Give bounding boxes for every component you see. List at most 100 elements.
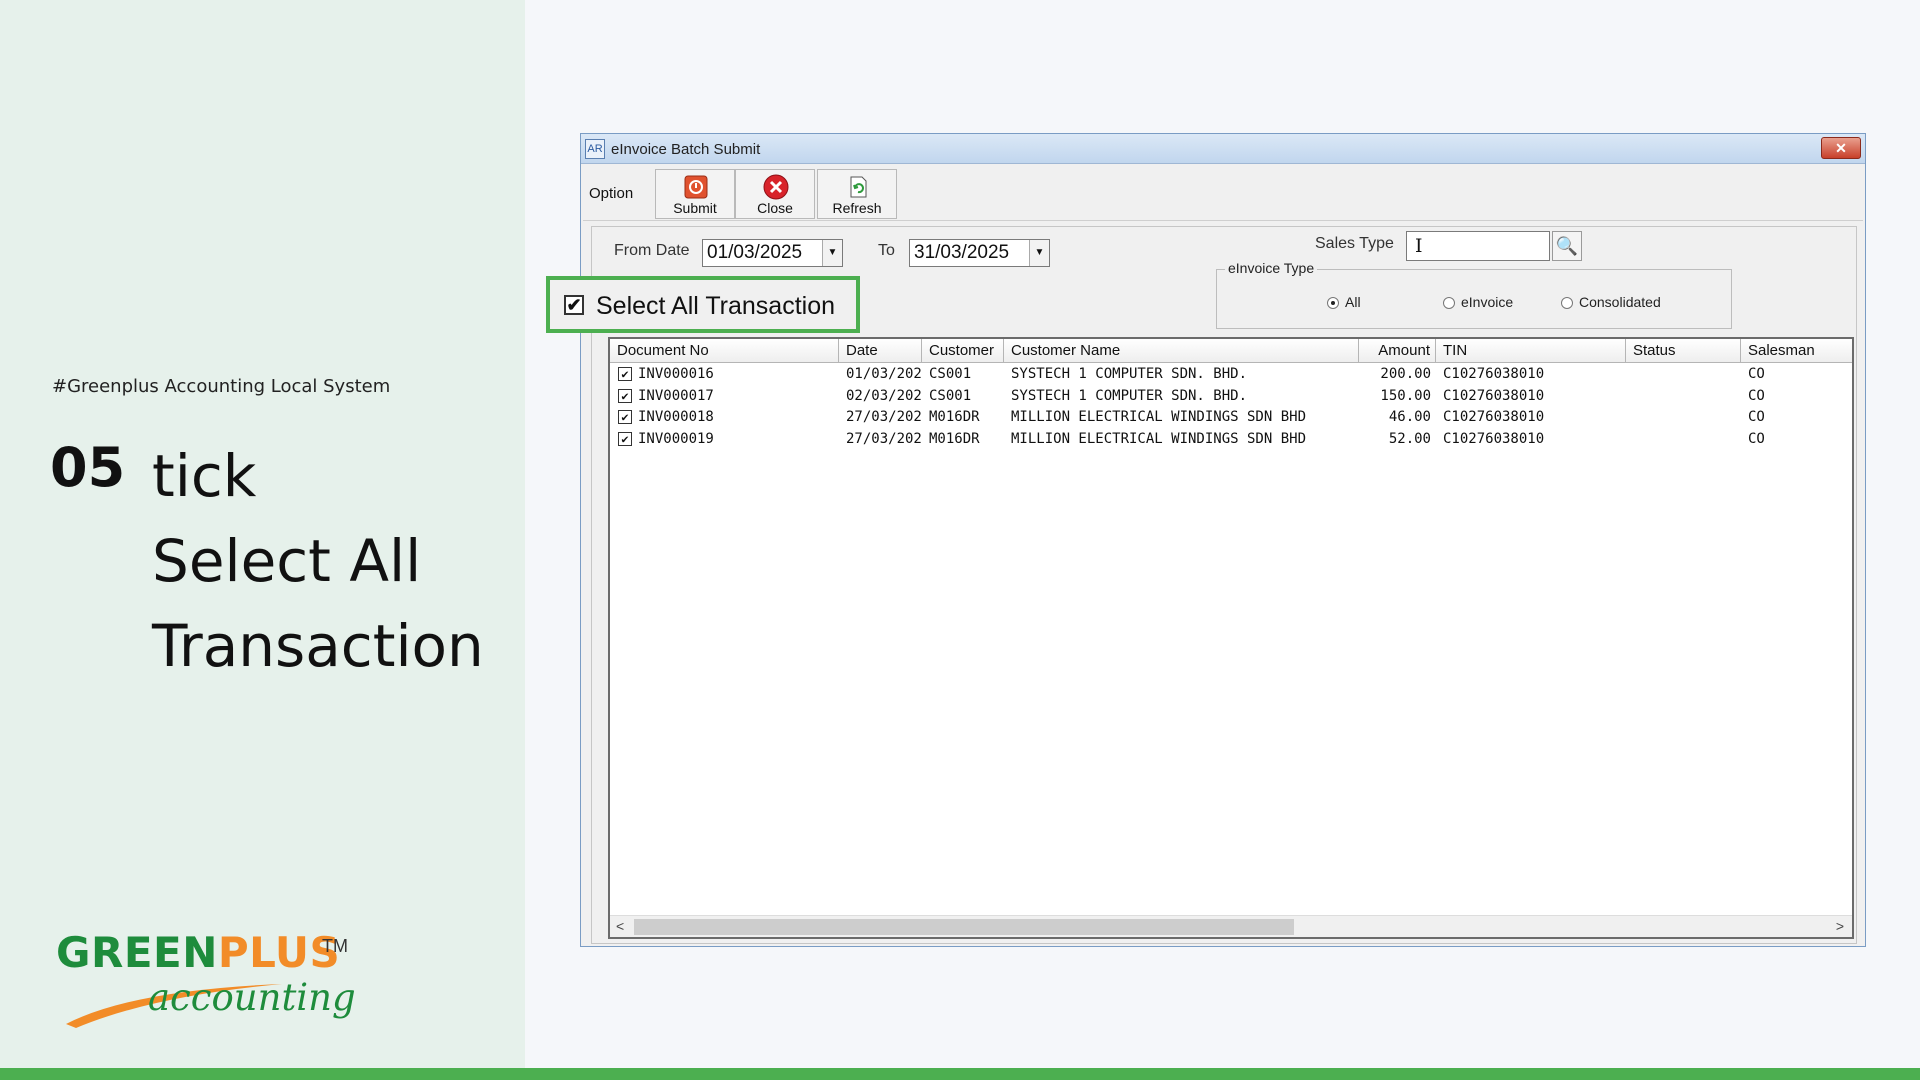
- radio-label: Consolidated: [1579, 294, 1661, 310]
- cell-tin: C10276038010: [1443, 366, 1545, 382]
- to-date-value: 31/03/2025: [914, 242, 1010, 263]
- table-row[interactable]: ✔ INV000018 27/03/2025 M016DR MILLION ELECTR…: [610, 407, 1852, 428]
- transaction-grid: Document No Date Customer Customer Name …: [608, 337, 1854, 939]
- cell-doc: INV000018: [638, 409, 714, 425]
- app-icon: AR: [585, 139, 605, 159]
- from-date-label: From Date: [614, 242, 690, 259]
- einvoice-type-legend: eInvoice Type: [1225, 260, 1318, 276]
- cell-salesman: CO: [1748, 387, 1765, 404]
- radio-all[interactable]: All: [1327, 294, 1361, 310]
- table-row[interactable]: ✔ INV000017 02/03/2025 CS001 SYSTECH 1 COMPU…: [610, 386, 1852, 407]
- cell-date: 02/03/2025: [846, 387, 922, 404]
- slide-sidebar: #Greenplus Accounting Local System 05 ti…: [0, 0, 525, 1068]
- column-header[interactable]: Customer Name: [1004, 339, 1359, 363]
- chevron-left-icon[interactable]: <: [616, 918, 624, 934]
- refresh-label: Refresh: [832, 200, 882, 216]
- row-checkbox[interactable]: ✔: [618, 388, 632, 403]
- to-date-field[interactable]: 31/03/2025 ▼: [909, 239, 1050, 267]
- cell-date: 01/03/2025: [846, 366, 922, 382]
- cell-tin: C10276038010: [1443, 409, 1545, 425]
- logo-green-text: GREEN: [56, 928, 218, 977]
- cell-doc: INV000017: [638, 387, 714, 404]
- radio-einvoice[interactable]: eInvoice: [1443, 294, 1513, 310]
- row-checkbox[interactable]: ✔: [618, 410, 632, 424]
- table-row[interactable]: ✔ INV000016 01/03/2025 CS001 SYSTECH 1 COMPU…: [610, 364, 1852, 385]
- filter-panel: From Date 01/03/2025 ▼ To 31/03/2025 ▼ S…: [591, 226, 1857, 944]
- cell-name: MILLION ELECTRICAL WINDINGS SDN BHD: [1011, 409, 1307, 425]
- search-icon[interactable]: 🔍: [1552, 231, 1582, 261]
- toolbar: Option Submit Close Refresh: [583, 167, 1863, 221]
- column-header[interactable]: Salesman: [1741, 339, 1852, 363]
- from-date-field[interactable]: 01/03/2025 ▼: [702, 239, 843, 267]
- step-instruction: tick Select All Transaction: [152, 434, 512, 689]
- logo-subtitle: accounting: [148, 976, 356, 1019]
- step-line: Transaction: [152, 612, 484, 680]
- close-icon: [763, 174, 789, 200]
- select-all-checkbox[interactable]: ✔: [564, 295, 584, 315]
- window-close-button[interactable]: ✕: [1821, 137, 1861, 159]
- cell-date: 27/03/2025: [846, 409, 922, 425]
- submit-icon: [684, 175, 708, 199]
- refresh-button[interactable]: Refresh: [817, 169, 897, 219]
- refresh-icon: [850, 176, 867, 198]
- chevron-down-icon[interactable]: ▼: [822, 240, 842, 266]
- submit-button[interactable]: Submit: [655, 169, 735, 219]
- radio-consolidated[interactable]: Consolidated: [1561, 294, 1661, 310]
- logo-trademark: TM: [322, 936, 348, 956]
- horizontal-scrollbar[interactable]: < >: [610, 915, 1852, 937]
- cell-name: MILLION ELECTRICAL WINDINGS SDN BHD: [1011, 430, 1307, 447]
- hashtag-caption: #Greenplus Accounting Local System: [52, 376, 391, 397]
- einvoice-batch-submit-window: AR eInvoice Batch Submit ✕ Option Submit…: [580, 133, 1866, 947]
- cell-doc: INV000016: [638, 366, 714, 382]
- column-header[interactable]: Customer: [922, 339, 1004, 363]
- close-button[interactable]: Close: [735, 169, 815, 219]
- logo-title: GREENPLUS: [56, 928, 340, 977]
- cell-tin: C10276038010: [1443, 430, 1545, 447]
- submit-label: Submit: [673, 200, 717, 216]
- cell-amount: 52.00: [1388, 430, 1431, 447]
- cell-customer: CS001: [929, 366, 972, 382]
- table-row[interactable]: ✔ INV000019 27/03/2025 M016DR MILLION ELECTR…: [610, 429, 1852, 450]
- row-checkbox[interactable]: ✔: [618, 431, 632, 446]
- step-number: 05: [50, 436, 126, 499]
- chevron-down-icon[interactable]: ▼: [1029, 240, 1049, 266]
- sales-type-label: Sales Type: [1315, 235, 1394, 252]
- window-title: eInvoice Batch Submit: [611, 141, 761, 158]
- select-all-highlight: ✔ Select All Transaction: [546, 276, 860, 333]
- column-header[interactable]: Status: [1626, 339, 1741, 363]
- radio-label: All: [1345, 294, 1361, 310]
- column-header[interactable]: Document No: [610, 339, 839, 363]
- cell-amount: 46.00: [1388, 409, 1431, 425]
- row-checkbox[interactable]: ✔: [618, 367, 632, 381]
- column-header[interactable]: Amount: [1359, 339, 1436, 363]
- cell-customer: M016DR: [929, 430, 980, 447]
- bottom-accent-bar: [0, 1068, 1920, 1080]
- radio-unselected-icon: [1561, 297, 1573, 310]
- cell-salesman: CO: [1748, 366, 1765, 382]
- column-header[interactable]: TIN: [1436, 339, 1626, 363]
- select-all-label[interactable]: Select All Transaction: [596, 292, 835, 321]
- column-header[interactable]: Date: [839, 339, 922, 363]
- scrollbar-thumb[interactable]: [634, 919, 1294, 935]
- cell-doc: INV000019: [638, 430, 714, 447]
- cell-amount: 150.00: [1380, 387, 1431, 404]
- cell-name: SYSTECH 1 COMPUTER SDN. BHD.: [1011, 366, 1248, 382]
- chevron-right-icon[interactable]: >: [1836, 918, 1844, 934]
- from-date-value: 01/03/2025: [707, 242, 803, 263]
- cell-customer: CS001: [929, 387, 972, 404]
- cell-salesman: CO: [1748, 409, 1765, 425]
- option-label: Option: [589, 185, 634, 202]
- window-titlebar[interactable]: AR eInvoice Batch Submit ✕: [581, 134, 1865, 164]
- step-line: tick: [152, 442, 257, 510]
- radio-label: eInvoice: [1461, 294, 1514, 310]
- cell-amount: 200.00: [1380, 366, 1431, 382]
- greenplus-logo: GREENPLUS TM accounting: [56, 928, 376, 1028]
- radio-unselected-icon: [1443, 297, 1455, 310]
- step-line: Select All: [152, 527, 422, 595]
- sales-type-input[interactable]: I: [1406, 231, 1550, 261]
- cell-tin: C10276038010: [1443, 387, 1545, 404]
- cell-name: SYSTECH 1 COMPUTER SDN. BHD.: [1011, 387, 1248, 404]
- to-date-label: To: [878, 242, 895, 259]
- close-label: Close: [757, 200, 793, 216]
- radio-selected-icon: [1327, 297, 1339, 310]
